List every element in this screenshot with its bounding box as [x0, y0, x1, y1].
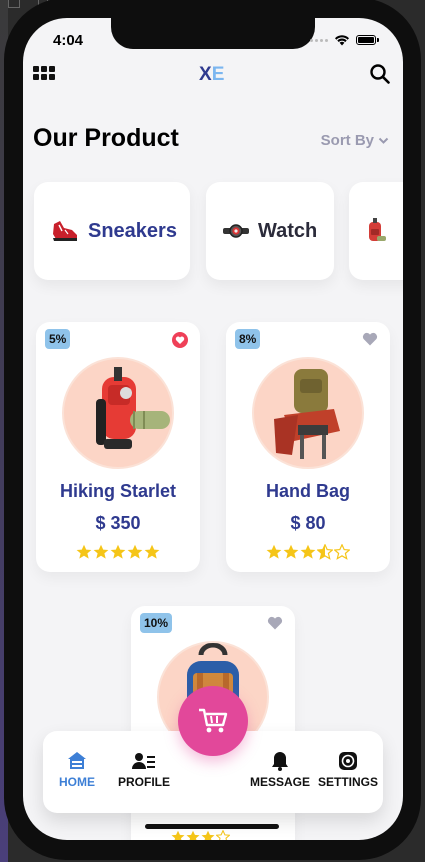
- nav-item-profile[interactable]: PROFILE: [117, 749, 171, 789]
- discount-badge: 5%: [45, 329, 71, 349]
- product-card-hand-bag[interactable]: 8% Hand Bag $ 80: [226, 322, 390, 572]
- star-half-icon: [317, 544, 333, 560]
- product-image: [62, 357, 174, 469]
- category-label: Sneakers: [88, 219, 177, 242]
- star-icon: [93, 544, 109, 559]
- home-icon: [68, 752, 86, 769]
- star-icon: [300, 544, 316, 559]
- logo-letter-x: X: [199, 64, 212, 85]
- cellular-signal-icon: [310, 38, 328, 42]
- battery-icon: [356, 35, 376, 45]
- category-label: Watch: [258, 219, 318, 242]
- star-icon: [76, 544, 92, 559]
- page-title: Our Product: [33, 124, 179, 152]
- product-name: Hiking Starlet: [59, 481, 177, 501]
- nav-label: MESSAGE: [250, 775, 311, 789]
- settings-icon: [339, 752, 357, 770]
- rating-stars: [171, 830, 230, 840]
- product-name: Hand Bag: [265, 481, 350, 501]
- star-icon: [171, 830, 185, 840]
- logo-letter-e: E: [211, 64, 225, 85]
- hand-bag-icon: [274, 369, 340, 459]
- desktop-window-edge: [8, 0, 20, 8]
- product-card-hiking-starlet[interactable]: 5% Hiking Starlet $ 350: [36, 322, 200, 572]
- heart-icon[interactable]: [362, 332, 378, 346]
- star-empty-icon: [216, 830, 230, 840]
- bell-icon: [272, 752, 288, 771]
- hiking-backpack-icon: [96, 367, 170, 449]
- sort-by-button[interactable]: Sort By: [321, 132, 389, 149]
- app-screen: 4:04 XE Our Product Sort By Sneakers Wat…: [23, 18, 403, 840]
- heart-icon[interactable]: [267, 616, 283, 630]
- star-icon: [127, 544, 143, 559]
- top-bar: XE: [23, 62, 403, 88]
- chevron-down-icon: [378, 137, 389, 144]
- sneaker-icon: [53, 221, 77, 241]
- nav-label: HOME: [59, 775, 95, 789]
- star-icon: [110, 544, 126, 559]
- star-icon: [283, 544, 299, 559]
- cart-icon: [199, 708, 228, 733]
- heart-icon[interactable]: [172, 332, 188, 348]
- discount-badge: 10%: [140, 613, 173, 633]
- category-backpack[interactable]: [349, 182, 403, 280]
- battery-tip: [377, 38, 379, 42]
- product-price: $ 80: [290, 513, 326, 533]
- app-logo: XE: [199, 64, 224, 86]
- status-time: 4:04: [53, 32, 84, 49]
- nav-label: PROFILE: [117, 775, 170, 789]
- backpack-icon: [369, 218, 386, 241]
- profile-icon: [132, 753, 155, 769]
- search-icon[interactable]: [369, 63, 391, 85]
- star-icon: [144, 544, 160, 559]
- home-indicator: [145, 824, 279, 829]
- nav-label: SETTINGS: [317, 775, 378, 789]
- discount-badge: 8%: [235, 329, 261, 349]
- rating-stars: [226, 544, 390, 560]
- product-image: [252, 357, 364, 469]
- category-watch[interactable]: Watch: [206, 182, 334, 280]
- nav-item-home[interactable]: HOME: [57, 749, 97, 789]
- star-icon: [186, 830, 200, 840]
- star-icon: [201, 830, 215, 840]
- sort-by-label: Sort By: [320, 132, 374, 149]
- star-empty-icon: [334, 544, 350, 560]
- cart-button[interactable]: [178, 686, 248, 756]
- menu-grid-icon[interactable]: [33, 66, 55, 82]
- star-icon: [266, 544, 282, 559]
- nav-item-message[interactable]: MESSAGE: [250, 749, 310, 789]
- watch-icon: [223, 224, 249, 238]
- wifi-icon: [335, 35, 349, 46]
- nav-item-settings[interactable]: SETTINGS: [317, 749, 379, 789]
- category-sneakers[interactable]: Sneakers: [34, 182, 190, 280]
- status-icons: [310, 34, 379, 46]
- phone-notch: [111, 18, 315, 49]
- product-price: $ 350: [95, 513, 141, 533]
- rating-stars: [36, 544, 200, 560]
